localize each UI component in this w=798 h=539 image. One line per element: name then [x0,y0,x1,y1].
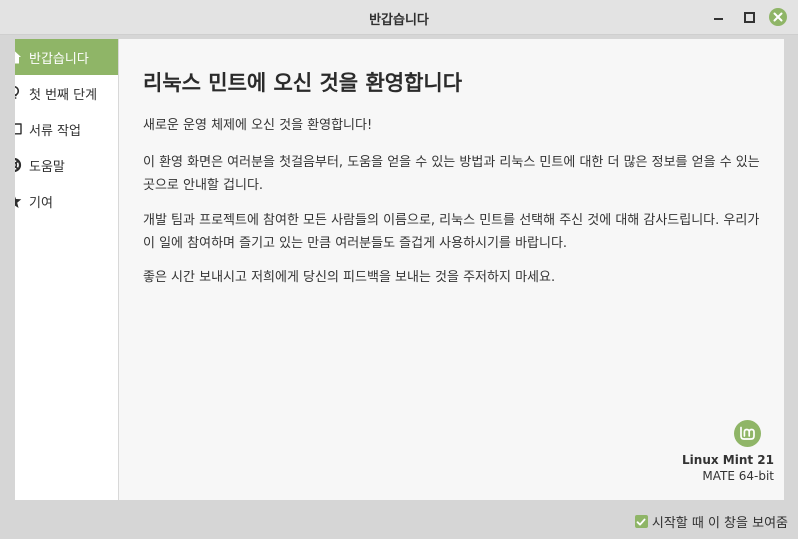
sidebar-item-welcome[interactable]: 반갑습니다 [0,39,118,75]
home-icon [6,49,22,65]
sidebar-item-contribute[interactable]: 기여 [0,183,118,219]
distro-info: Linux Mint 21 MATE 64-bit [634,420,774,484]
maximize-icon [743,11,755,23]
distro-edition: MATE 64-bit [702,469,774,483]
show-on-startup-label: 시작할 때 이 창을 보여줌 [651,516,788,531]
checkmark-icon [636,518,646,525]
sidebar-item-documentation[interactable]: 서류 작업 [0,111,118,147]
sidebar-item-label: 기여 [29,195,53,211]
lightbulb-icon [6,85,22,101]
welcome-page: 리눅스 민트에 오신 것을 환영합니다 새로운 운영 체제에 오신 것을 환영합… [119,39,784,500]
maximize-button[interactable] [738,6,760,28]
welcome-paragraph: 좋은 시간 보내시고 저희에게 당신의 피드백을 보내는 것을 주저하지 마세요… [143,270,556,285]
book-icon [6,121,22,137]
title-bar: 반갑습니다 [0,0,798,35]
window-edge [784,39,798,500]
sidebar-item-label: 반갑습니다 [29,51,89,67]
minimize-button[interactable] [707,6,729,28]
minimize-icon [713,18,723,20]
sidebar-item-first-steps[interactable]: 첫 번째 단계 [0,75,118,111]
welcome-paragraph: 이 환영 화면은 여러분을 첫걸음부터, 도움을 얻을 수 있는 방법과 리눅스… [143,155,760,193]
lifebuoy-icon [6,157,22,173]
linux-mint-logo-icon [734,420,761,447]
close-icon [769,8,787,26]
footer: 시작할 때 이 창을 보여줌 [0,500,798,539]
show-on-startup-checkbox[interactable] [634,515,648,528]
close-button[interactable] [767,6,789,28]
distro-name: Linux Mint 21 [682,453,774,467]
window-title: 반갑습니다 [369,13,429,28]
sidebar-item-label: 도움말 [29,159,65,175]
sidebar-item-help[interactable]: 도움말 [0,147,118,183]
show-on-startup-option[interactable]: 시작할 때 이 창을 보여줌 [634,512,788,531]
page-title: 리눅스 민트에 오신 것을 환영합니다 [143,71,463,95]
sidebar-item-label: 서류 작업 [29,123,81,139]
welcome-paragraph: 개발 팀과 프로젝트에 참여한 모든 사람들의 이름으로, 리눅스 민트를 선택… [143,213,760,251]
sidebar-item-label: 첫 번째 단계 [29,87,98,103]
sidebar: 반갑습니다 첫 번째 단계 서류 작업 도움말 기여 [0,39,119,500]
welcome-paragraph: 새로운 운영 체제에 오신 것을 환영합니다! [143,118,373,133]
star-icon [6,193,22,209]
